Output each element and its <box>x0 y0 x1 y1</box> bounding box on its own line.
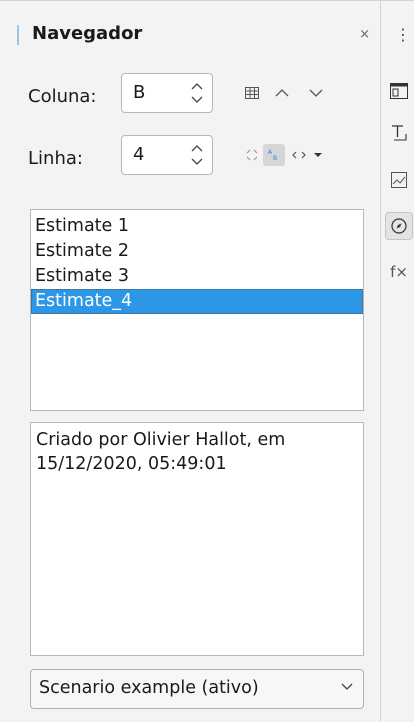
column-spinbox[interactable]: B <box>121 73 213 113</box>
row-label: Linha: <box>28 148 83 169</box>
navigator-icon[interactable] <box>385 212 413 240</box>
properties-icon[interactable] <box>387 79 411 103</box>
close-icon[interactable]: × <box>359 27 370 42</box>
panel-title: Navegador <box>32 23 142 44</box>
sidebar-deck: Navegador × Coluna: B Linha: 4 A B Estim… <box>0 0 414 722</box>
scenario-list[interactable]: Estimate 1 Estimate 2 Estimate 3 Estimat… <box>30 209 364 411</box>
title-accent <box>17 25 19 45</box>
spin-arrows-icon[interactable] <box>190 142 204 168</box>
contents-icon[interactable]: A B <box>263 144 285 166</box>
list-item[interactable]: Estimate 2 <box>31 239 363 264</box>
document-select[interactable]: Scenario example (ativo) <box>30 669 364 709</box>
spin-arrows-icon[interactable] <box>190 80 204 106</box>
gallery-icon[interactable] <box>387 168 411 192</box>
document-select-value[interactable]: Scenario example (ativo) <box>39 678 259 698</box>
list-item-selected[interactable]: Estimate_4 <box>31 289 363 314</box>
row-spinbox[interactable]: 4 <box>121 135 213 175</box>
svg-text:B: B <box>273 155 277 162</box>
styles-icon[interactable] <box>387 121 411 145</box>
row-value[interactable]: 4 <box>133 144 144 165</box>
column-label: Coluna: <box>28 86 97 107</box>
scenario-comment: Criado por Olivier Hallot, em 15/12/2020… <box>30 422 364 656</box>
more-options-icon[interactable]: ⋮ <box>395 25 411 44</box>
column-value[interactable]: B <box>133 82 145 103</box>
navigator-panel: Navegador × Coluna: B Linha: 4 A B Estim… <box>17 13 378 718</box>
list-item[interactable]: Estimate 1 <box>31 214 363 239</box>
functions-icon[interactable]: f× <box>387 260 411 284</box>
toggle-icon[interactable] <box>241 144 263 166</box>
sidebar-tabbar: ⋮ f× <box>380 1 414 722</box>
list-item[interactable]: Estimate 3 <box>31 264 363 289</box>
panel-title-row: Navegador × <box>17 23 372 53</box>
data-range-icon[interactable] <box>241 82 263 104</box>
chevron-down-icon[interactable] <box>341 683 353 691</box>
chevron-up-icon[interactable] <box>271 82 293 104</box>
dropdown-arrow-icon[interactable] <box>307 144 329 166</box>
chevron-down-icon[interactable] <box>305 82 327 104</box>
